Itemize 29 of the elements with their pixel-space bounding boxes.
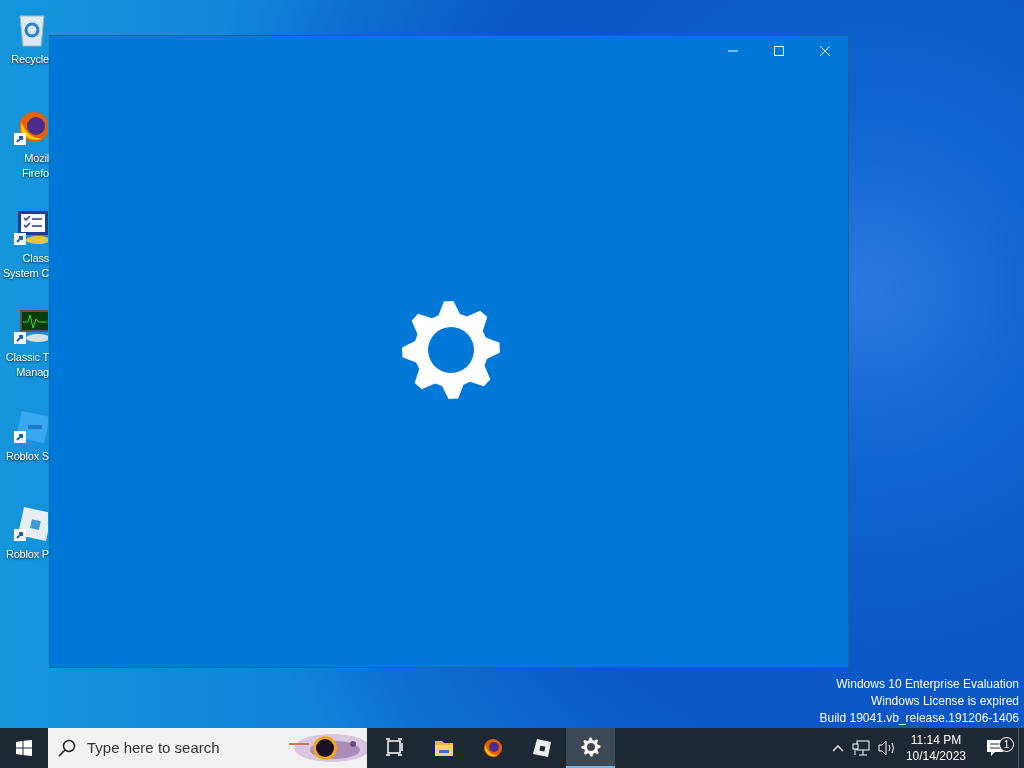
search-box[interactable]: Type here to search <box>48 728 367 768</box>
speaker-icon <box>877 740 896 756</box>
desktop-icon-label[interactable]: Roblox P <box>0 547 49 562</box>
notice-text: Windows License is expired <box>869 693 1019 710</box>
notice-text: Windows 10 Enterprise Evaluation <box>835 676 1019 693</box>
search-icon <box>58 739 76 757</box>
notification-count: 1 <box>999 737 1014 752</box>
close-icon <box>820 46 830 56</box>
taskbar-app-button[interactable] <box>566 728 615 768</box>
notice-text: Build 19041.vb_release.191206-1406 <box>819 710 1019 727</box>
settings-icon <box>580 737 601 757</box>
folder-icon <box>433 738 454 758</box>
clock-date: 10/14/2023 <box>905 748 966 764</box>
clock[interactable]: 11:14 PM 10/14/2023 <box>899 728 972 768</box>
windows-logo-icon <box>16 740 32 756</box>
firefox-icon <box>482 738 503 758</box>
desktop-icon-label[interactable]: Classic T Manag <box>0 350 49 380</box>
desktop-icon-label[interactable]: Mozil Firefo <box>0 151 49 181</box>
gear-icon <box>401 300 501 400</box>
desktop-icon-label[interactable]: Recycle <box>0 52 49 67</box>
desktop-icon-label[interactable]: Roblox S <box>0 449 49 464</box>
clock-time: 11:14 PM <box>909 732 963 748</box>
task-view-icon <box>384 738 405 758</box>
notifications-button[interactable]: 1 <box>972 739 1018 757</box>
desktop-icon-label[interactable]: Class System C <box>0 251 49 281</box>
search-field[interactable]: Type here to search <box>85 735 275 761</box>
network-icon <box>851 740 870 756</box>
maximize-icon <box>774 46 784 56</box>
caret-up-icon <box>831 744 844 752</box>
